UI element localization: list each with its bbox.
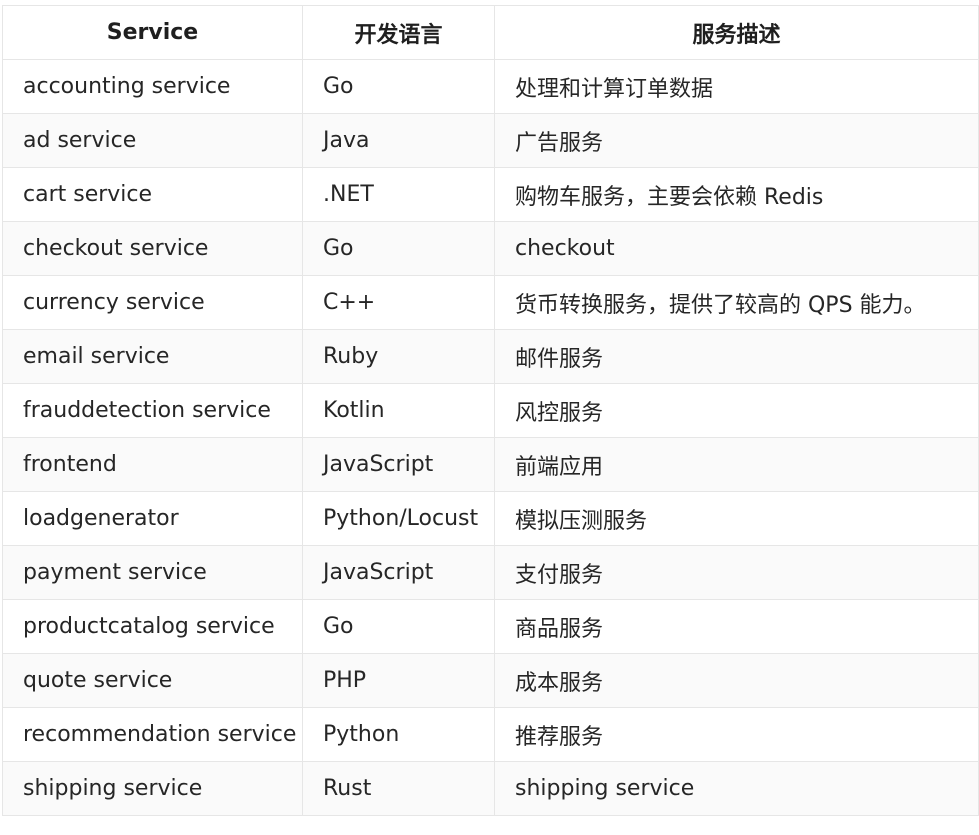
cell-language: Rust [302,761,495,816]
cell-language: Python [302,707,495,762]
cell-service: loadgenerator [2,491,303,546]
table-row: payment service JavaScript 支付服务 [2,545,979,600]
table-body: accounting service Go 处理和计算订单数据 ad servi… [2,59,979,816]
table-row: ad service Java 广告服务 [2,113,979,168]
cell-service: currency service [2,275,303,330]
cell-description: 邮件服务 [494,329,979,384]
cell-description: 货币转换服务，提供了较高的 QPS 能力。 [494,275,979,330]
cell-service: productcatalog service [2,599,303,654]
cell-description: 推荐服务 [494,707,979,762]
cell-description: checkout [494,221,979,276]
cell-description: 处理和计算订单数据 [494,59,979,114]
cell-description: 购物车服务，主要会依赖 Redis [494,167,979,222]
table-row: accounting service Go 处理和计算订单数据 [2,59,979,114]
table-row: checkout service Go checkout [2,221,979,276]
header-language: 开发语言 [302,5,495,60]
cell-service: frauddetection service [2,383,303,438]
services-table: Service 开发语言 服务描述 accounting service Go … [2,5,979,816]
cell-service: recommendation service [2,707,303,762]
cell-description: 成本服务 [494,653,979,708]
cell-language: Python/Locust [302,491,495,546]
table-row: shipping service Rust shipping service [2,761,979,816]
cell-description: 广告服务 [494,113,979,168]
cell-language: .NET [302,167,495,222]
cell-description: 商品服务 [494,599,979,654]
table-row: cart service .NET 购物车服务，主要会依赖 Redis [2,167,979,222]
table-row: frauddetection service Kotlin 风控服务 [2,383,979,438]
cell-description: 模拟压测服务 [494,491,979,546]
cell-language: PHP [302,653,495,708]
table-row: recommendation service Python 推荐服务 [2,707,979,762]
header-service: Service [2,5,303,60]
table-row: quote service PHP 成本服务 [2,653,979,708]
table-header: Service 开发语言 服务描述 [2,5,979,60]
header-description: 服务描述 [494,5,979,60]
cell-language: Ruby [302,329,495,384]
cell-service: shipping service [2,761,303,816]
cell-service: checkout service [2,221,303,276]
cell-service: payment service [2,545,303,600]
cell-service: quote service [2,653,303,708]
cell-language: C++ [302,275,495,330]
table-row: email service Ruby 邮件服务 [2,329,979,384]
cell-description: 支付服务 [494,545,979,600]
cell-description: 风控服务 [494,383,979,438]
cell-language: Go [302,221,495,276]
cell-description: shipping service [494,761,979,816]
cell-service: ad service [2,113,303,168]
cell-language: Java [302,113,495,168]
cell-language: Kotlin [302,383,495,438]
cell-language: Go [302,59,495,114]
cell-language: JavaScript [302,437,495,492]
table-row: currency service C++ 货币转换服务，提供了较高的 QPS 能… [2,275,979,330]
cell-service: email service [2,329,303,384]
table-row: loadgenerator Python/Locust 模拟压测服务 [2,491,979,546]
cell-language: JavaScript [302,545,495,600]
table-row: frontend JavaScript 前端应用 [2,437,979,492]
cell-service: cart service [2,167,303,222]
cell-service: accounting service [2,59,303,114]
cell-language: Go [302,599,495,654]
table-row: productcatalog service Go 商品服务 [2,599,979,654]
cell-service: frontend [2,437,303,492]
header-row: Service 开发语言 服务描述 [2,5,979,60]
cell-description: 前端应用 [494,437,979,492]
